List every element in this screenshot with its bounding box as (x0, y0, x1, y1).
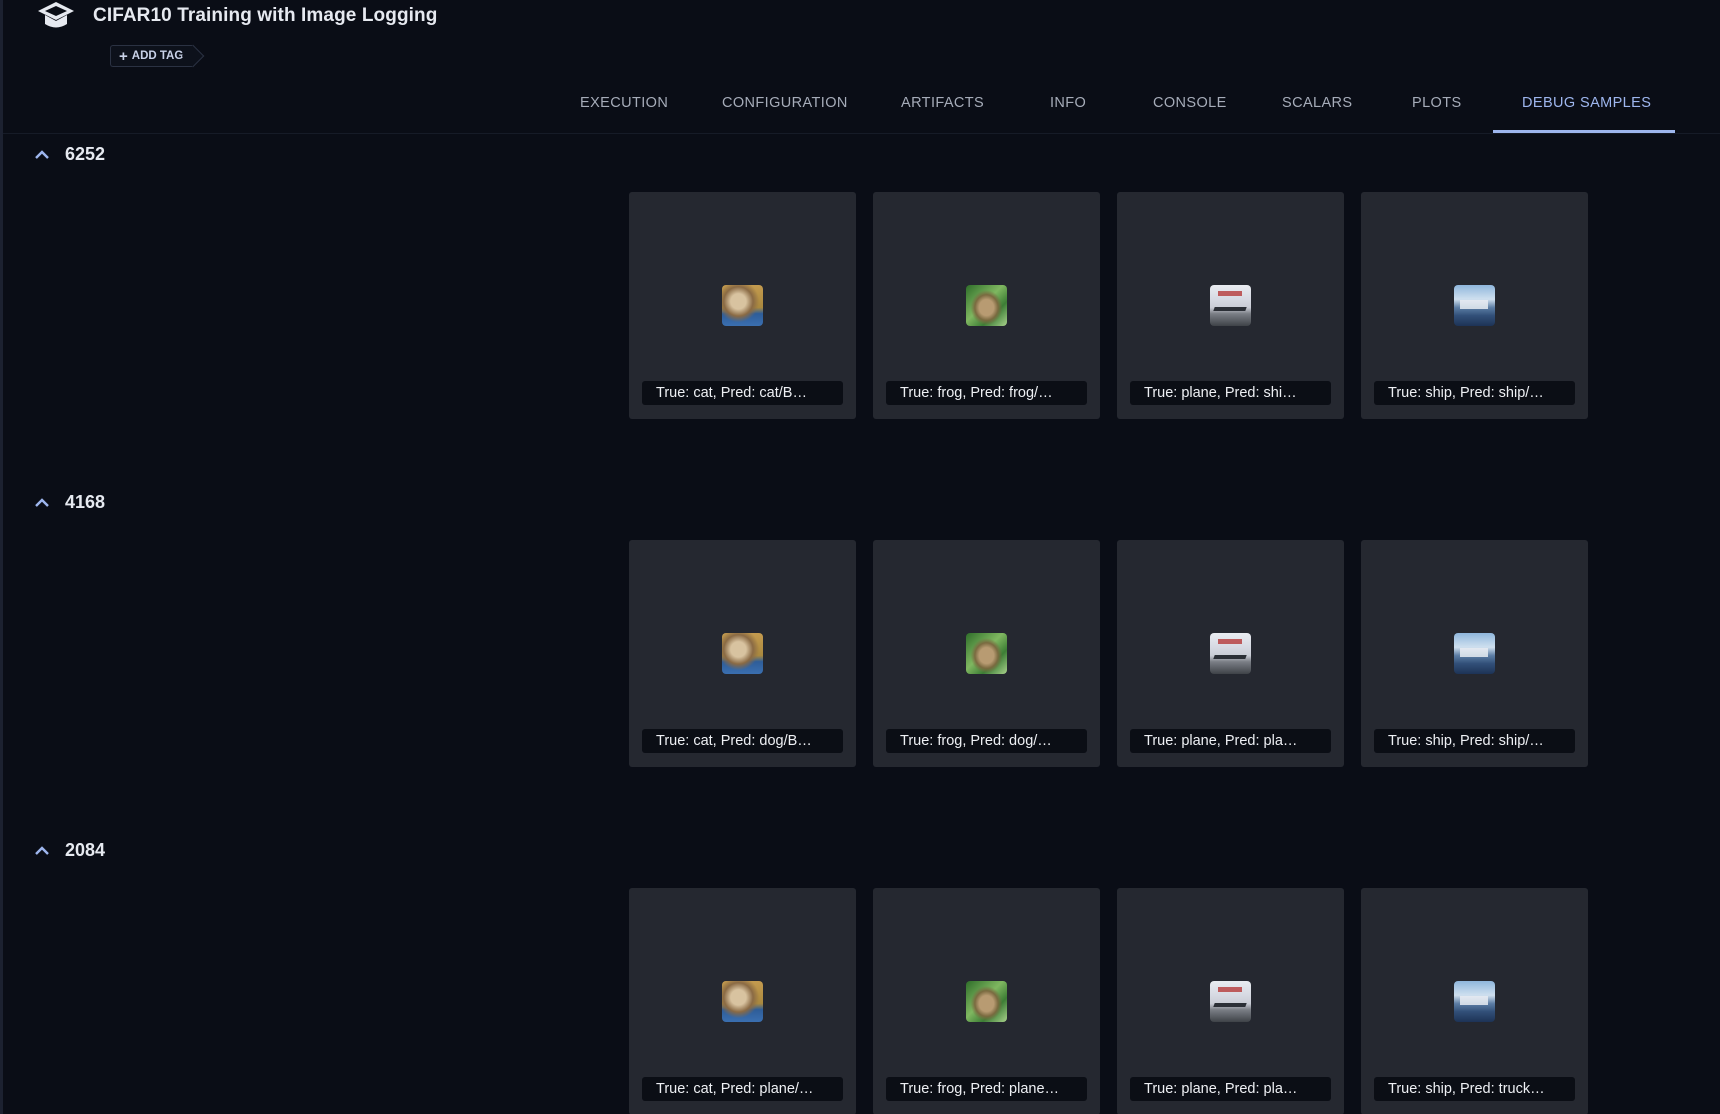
task-title: CIFAR10 Training with Image Logging (93, 5, 438, 26)
sample-thumbnail (1454, 981, 1495, 1022)
sample-thumbnail (1454, 633, 1495, 674)
sample-caption: True: ship, Pred: ship/… (1374, 729, 1575, 753)
debug-sample-card[interactable]: True: plane, Pred: pla… (1117, 540, 1344, 767)
debug-sample-card[interactable]: True: ship, Pred: truck… (1361, 888, 1588, 1114)
debug-sample-card[interactable]: True: ship, Pred: ship/… (1361, 192, 1588, 419)
active-tab-indicator (1493, 130, 1675, 133)
sample-thumbnail (1210, 981, 1251, 1022)
add-tag-label: ADD TAG (131, 50, 184, 62)
sample-thumbnail (1210, 285, 1251, 326)
sample-thumbnail (722, 981, 763, 1022)
sample-thumbnail (722, 285, 763, 326)
sample-caption: True: ship, Pred: ship/… (1374, 381, 1575, 405)
iteration-label: 2084 (65, 839, 106, 860)
tab-artifacts[interactable]: ARTIFACTS (901, 84, 984, 134)
graduation-cap-icon (38, 2, 74, 28)
debug-sample-card[interactable]: True: ship, Pred: ship/… (1361, 540, 1588, 767)
sample-caption: True: cat, Pred: cat/B… (642, 381, 843, 405)
app-window: CIFAR10 Training with Image Logging + AD… (0, 0, 1720, 1114)
sample-caption: True: plane, Pred: pla… (1130, 729, 1331, 753)
iteration-label: 4168 (65, 491, 106, 512)
tab-execution[interactable]: EXECUTION (580, 84, 668, 134)
tab-plots[interactable]: PLOTS (1412, 84, 1462, 134)
debug-sample-card[interactable]: True: plane, Pred: pla… (1117, 888, 1344, 1114)
debug-sample-card[interactable]: True: cat, Pred: plane/… (629, 888, 856, 1114)
sample-caption: True: ship, Pred: truck… (1374, 1077, 1575, 1101)
tab-configuration[interactable]: CONFIGURATION (722, 84, 848, 134)
iteration-toggle[interactable]: 2084 (33, 838, 105, 862)
chevron-up-icon (35, 150, 49, 159)
debug-sample-card[interactable]: True: frog, Pred: dog/… (873, 540, 1100, 767)
debug-sample-card[interactable]: True: cat, Pred: dog/B… (629, 540, 856, 767)
task-header: CIFAR10 Training with Image Logging + AD… (3, 0, 1720, 134)
sample-caption: True: frog, Pred: dog/… (886, 729, 1087, 753)
task-tabs: EXECUTION CONFIGURATION ARTIFACTS INFO C… (3, 84, 1720, 134)
debug-sample-card[interactable]: True: frog, Pred: plane… (873, 888, 1100, 1114)
sample-caption: True: plane, Pred: shi… (1130, 381, 1331, 405)
add-tag-button[interactable]: + ADD TAG (110, 45, 194, 67)
plus-icon: + (119, 47, 128, 65)
tab-info[interactable]: INFO (1050, 84, 1086, 134)
sample-thumbnail (1454, 285, 1495, 326)
sample-thumbnail (722, 633, 763, 674)
sample-thumbnail (966, 981, 1007, 1022)
iteration-toggle[interactable]: 4168 (33, 490, 105, 514)
sample-caption: True: plane, Pred: pla… (1130, 1077, 1331, 1101)
iteration-label: 6252 (65, 143, 106, 164)
sample-thumbnail (966, 285, 1007, 326)
sample-caption: True: frog, Pred: frog/… (886, 381, 1087, 405)
tab-scalars[interactable]: SCALARS (1282, 84, 1353, 134)
sample-thumbnail (966, 633, 1007, 674)
chevron-up-icon (35, 498, 49, 507)
iteration-toggle[interactable]: 6252 (33, 142, 105, 166)
debug-sample-card[interactable]: True: cat, Pred: cat/B… (629, 192, 856, 419)
chevron-up-icon (35, 846, 49, 855)
sample-caption: True: cat, Pred: plane/… (642, 1077, 843, 1101)
sample-thumbnail (1210, 633, 1251, 674)
sample-caption: True: cat, Pred: dog/B… (642, 729, 843, 753)
debug-sample-card[interactable]: True: plane, Pred: shi… (1117, 192, 1344, 419)
tab-debug-samples[interactable]: DEBUG SAMPLES (1522, 84, 1651, 134)
debug-sample-card[interactable]: True: frog, Pred: frog/… (873, 192, 1100, 419)
sample-caption: True: frog, Pred: plane… (886, 1077, 1087, 1101)
tab-console[interactable]: CONSOLE (1153, 84, 1227, 134)
